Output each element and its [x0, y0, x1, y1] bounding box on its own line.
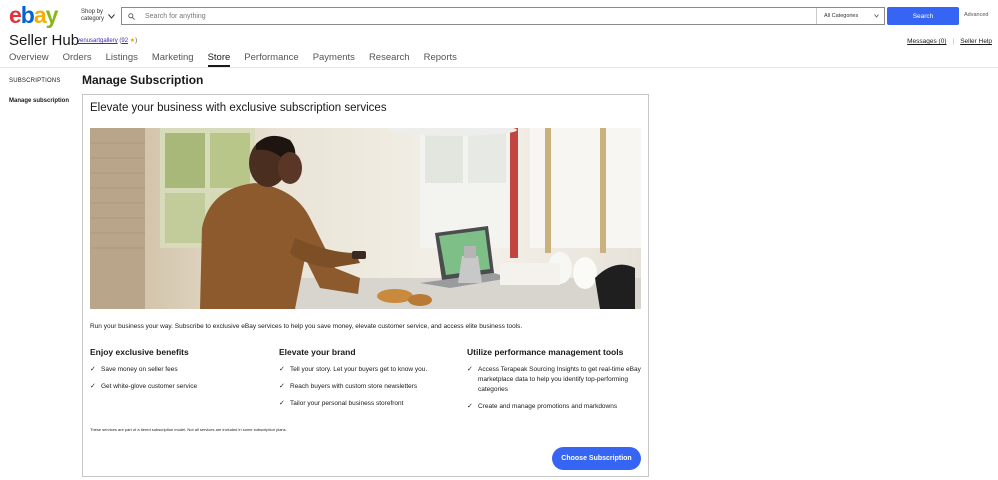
chevron-down-icon	[108, 13, 115, 19]
ebay-logo[interactable]: ebay	[9, 2, 59, 28]
seller-help-link[interactable]: Seller Help	[960, 38, 992, 45]
tab-performance[interactable]: Performance	[244, 52, 298, 67]
search-button[interactable]: Search	[887, 7, 959, 25]
page-title: Manage Subscription	[82, 73, 204, 87]
category-select[interactable]: All Categories	[816, 8, 884, 24]
list-item: ✓ Tailor your personal business storefron…	[279, 399, 459, 409]
tab-store[interactable]: Store	[207, 52, 231, 67]
logo-letter: e	[9, 2, 22, 28]
feedback-close: )	[135, 38, 138, 44]
tab-payments[interactable]: Payments	[313, 52, 355, 67]
feedback-score[interactable]: 92	[121, 38, 128, 44]
tab-research[interactable]: Research	[369, 52, 410, 67]
column-title: Enjoy exclusive benefits	[90, 347, 189, 357]
list-item-text: Get white-glove customer service	[101, 383, 198, 390]
list-item: ✓ Reach buyers with custom store newslett…	[279, 382, 459, 392]
intro-text: Run your business your way. Subscribe to…	[90, 323, 523, 330]
list-item: ✓ Access Terapeak Sourcing Insights to ge…	[467, 365, 645, 395]
username-link[interactable]: venusartgallery	[77, 38, 118, 44]
checkmark-icon: ✓	[90, 383, 96, 390]
checkmark-icon: ✓	[90, 366, 96, 373]
sidebar-section-subscriptions[interactable]: SUBSCRIPTIONS	[9, 78, 61, 84]
list-item-text: Tailor your personal business storefront	[290, 400, 404, 407]
list-item: ✓ Tell your story. Let your buyers get to…	[279, 365, 459, 375]
checkmark-icon: ✓	[279, 366, 285, 373]
list-item-text: Reach buyers with custom store newslette…	[290, 383, 418, 390]
logo-letter: a	[33, 2, 47, 28]
list-item-text: Access Terapeak Sourcing Insights to get…	[478, 366, 641, 393]
hero-image	[90, 128, 641, 309]
seller-hub-nav: Overview Orders Listings Marketing Store…	[9, 52, 471, 67]
tab-orders[interactable]: Orders	[63, 52, 92, 67]
subscription-card: Elevate your business with exclusive sub…	[82, 94, 649, 477]
list-item-text: Save money on seller fees	[101, 366, 178, 373]
list-item: ✓ Save money on seller fees	[90, 365, 270, 375]
global-header: ebay Shop by category Search for anythin…	[0, 0, 998, 32]
divider: |	[952, 38, 955, 45]
category-label: category	[81, 16, 105, 22]
brand-column: Elevate your brand ✓ Tell your story. Let…	[279, 347, 459, 416]
shop-by-label: Shop by	[81, 9, 104, 15]
list-item: ✓ Create and manage promotions and markdo…	[467, 402, 645, 412]
checkmark-icon: ✓	[279, 383, 285, 390]
logo-letter: y	[45, 2, 59, 28]
user-info: venusartgallery (92 ★)	[77, 37, 137, 44]
sidebar-item-manage-subscription[interactable]: Manage subscription	[9, 97, 69, 105]
footnote: These services are part of a tiered subs…	[90, 427, 287, 432]
tab-overview[interactable]: Overview	[9, 52, 49, 67]
messages-link[interactable]: Messages (0)	[907, 38, 946, 45]
column-title: Elevate your brand	[279, 347, 356, 357]
search-bar: Search for anything All Categories	[121, 7, 885, 25]
tab-reports[interactable]: Reports	[424, 52, 457, 67]
tab-marketing[interactable]: Marketing	[152, 52, 194, 67]
advanced-search-link[interactable]: Advanced	[964, 12, 988, 18]
seller-hub-title: Seller Hub	[9, 32, 80, 49]
card-title: Elevate your business with exclusive sub…	[90, 102, 387, 114]
logo-letter: b	[20, 2, 35, 28]
category-select-value: All Categories	[824, 13, 859, 19]
checkmark-icon: ✓	[279, 400, 285, 407]
choose-subscription-button[interactable]: Choose Subscription	[552, 447, 641, 470]
tab-listings[interactable]: Listings	[106, 52, 138, 67]
column-title: Utilize performance management tools	[467, 347, 624, 357]
list-item-text: Create and manage promotions and markdow…	[478, 403, 618, 410]
search-icon	[128, 12, 142, 20]
shop-by-category-button[interactable]: Shop by category	[81, 9, 115, 23]
list-item-text: Tell your story. Let your buyers get to …	[290, 366, 428, 373]
list-item: ✓ Get white-glove customer service	[90, 382, 270, 392]
chevron-down-icon	[874, 14, 879, 18]
tools-column: Utilize performance management tools ✓ Ac…	[467, 347, 645, 419]
checkmark-icon: ✓	[467, 366, 473, 373]
top-links: Messages (0) | Seller Help	[907, 38, 992, 45]
search-input[interactable]: Search for anything	[142, 13, 816, 20]
checkmark-icon: ✓	[467, 403, 473, 410]
benefits-column: Enjoy exclusive benefits ✓ Save money on …	[90, 347, 270, 399]
nav-divider	[0, 67, 998, 68]
